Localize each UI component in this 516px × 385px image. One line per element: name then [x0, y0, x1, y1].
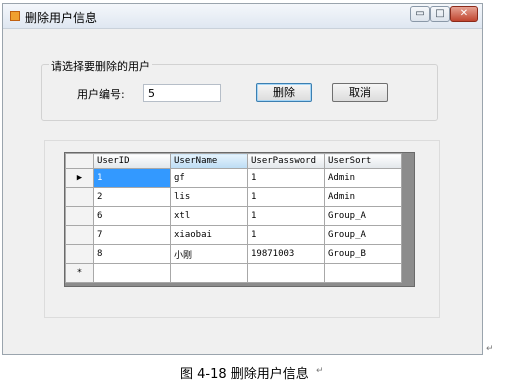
window-title: 删除用户信息: [25, 11, 98, 25]
grid-cell[interactable]: lis: [170, 187, 248, 207]
table-row[interactable]: 6 xtl 1 Group_A: [65, 206, 402, 226]
grid-cell[interactable]: Group_B: [324, 244, 402, 264]
current-row-indicator-icon[interactable]: ▶: [65, 168, 94, 188]
grid-cell[interactable]: 1: [247, 187, 325, 207]
delete-button[interactable]: 删除: [256, 83, 312, 102]
close-button[interactable]: ✕: [450, 6, 478, 22]
row-header[interactable]: [65, 206, 94, 226]
paragraph-mark-icon: ↵: [316, 366, 324, 376]
groupbox-caption: 请选择要删除的用户: [49, 58, 152, 74]
grid-cell[interactable]: Group_A: [324, 206, 402, 226]
row-header[interactable]: [65, 225, 94, 245]
grid-cell[interactable]: 1: [247, 206, 325, 226]
table-row[interactable]: 2 lis 1 Admin: [65, 187, 402, 207]
grid-cell[interactable]: [93, 263, 171, 283]
table-row[interactable]: 7 xiaobai 1 Group_A: [65, 225, 402, 245]
grid-cell[interactable]: Admin: [324, 168, 402, 188]
minimize-button[interactable]: ▭: [410, 6, 430, 22]
row-header[interactable]: [65, 244, 94, 264]
column-header-userpassword[interactable]: UserPassword: [247, 153, 325, 169]
grid-corner-header[interactable]: [65, 153, 94, 169]
grid-cell[interactable]: xtl: [170, 206, 248, 226]
new-row[interactable]: *: [65, 263, 402, 283]
grid-cell[interactable]: gf: [170, 168, 248, 188]
column-header-usersort[interactable]: UserSort: [324, 153, 402, 169]
grid-cell[interactable]: [170, 263, 248, 283]
grid-cell[interactable]: xiaobai: [170, 225, 248, 245]
grid-cell[interactable]: Admin: [324, 187, 402, 207]
grid-cell[interactable]: 8: [93, 244, 171, 264]
title-bar: 删除用户信息 ▭ □ ✕: [3, 4, 482, 29]
grid-cell[interactable]: 小刚: [170, 244, 248, 264]
paragraph-mark-icon: ↵: [486, 344, 494, 354]
users-datagrid[interactable]: UserID UserName UserPassword UserSort ▶ …: [64, 152, 415, 287]
row-header[interactable]: [65, 187, 94, 207]
grid-cell[interactable]: Group_A: [324, 225, 402, 245]
grid-cell[interactable]: 6: [93, 206, 171, 226]
grid-cell[interactable]: [247, 263, 325, 283]
column-header-username[interactable]: UserName: [170, 153, 248, 169]
grid-cell[interactable]: 2: [93, 187, 171, 207]
grid-cell[interactable]: 7: [93, 225, 171, 245]
grid-cell[interactable]: 19871003: [247, 244, 325, 264]
table-row[interactable]: 8 小刚 19871003 Group_B: [65, 244, 402, 264]
grid-cell[interactable]: 1: [247, 168, 325, 188]
column-header-userid[interactable]: UserID: [93, 153, 171, 169]
user-id-input[interactable]: [143, 84, 221, 102]
app-icon: [10, 11, 20, 21]
user-id-label: 用户编号:: [77, 88, 125, 101]
figure-caption: 图 4-18 删除用户信息: [180, 367, 309, 382]
grid-cell[interactable]: 1: [93, 168, 171, 188]
table-row[interactable]: ▶ 1 gf 1 Admin: [65, 168, 402, 188]
cancel-button[interactable]: 取消: [332, 83, 388, 102]
new-row-asterisk-icon[interactable]: *: [65, 263, 94, 283]
grid-cell[interactable]: [324, 263, 402, 283]
grid-cell[interactable]: 1: [247, 225, 325, 245]
maximize-button[interactable]: □: [430, 6, 450, 22]
